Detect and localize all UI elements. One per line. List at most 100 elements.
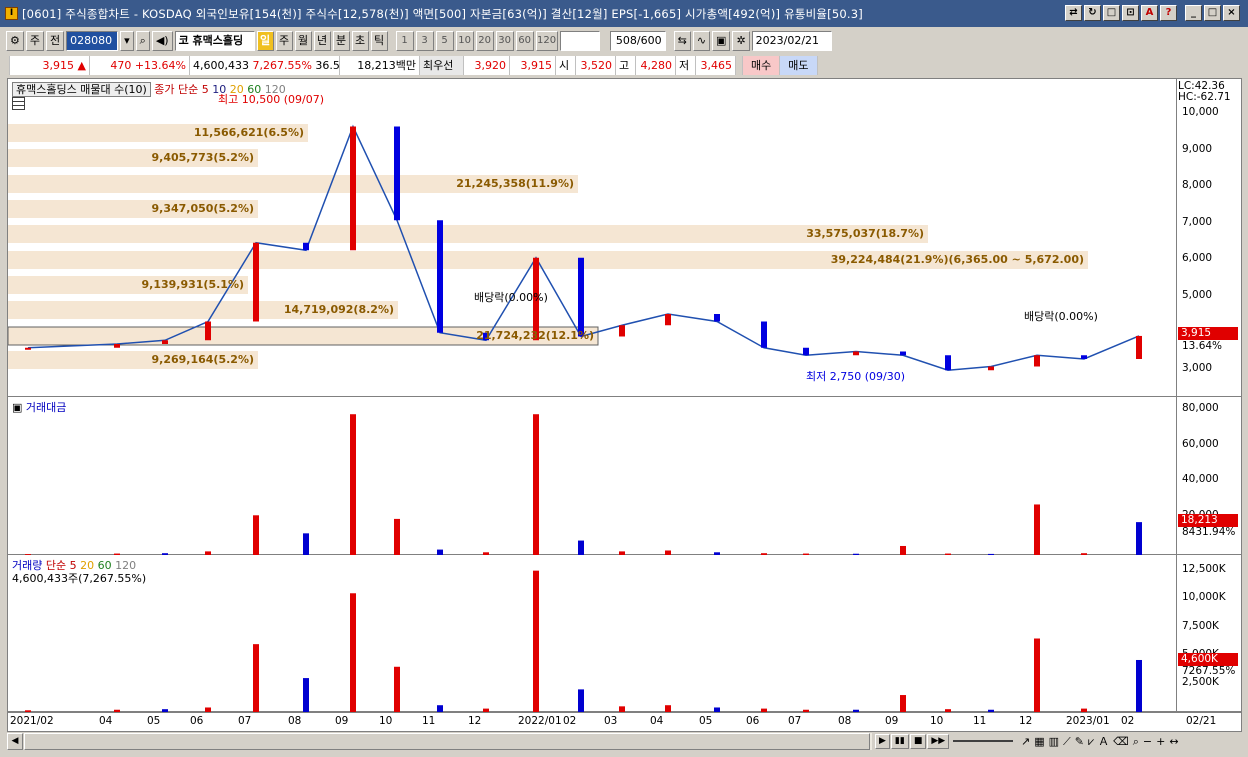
grid-icon[interactable]: [12, 97, 25, 110]
link-icon[interactable]: ⇄: [1065, 5, 1082, 21]
volume-bar: [900, 695, 906, 712]
x-axis-label: 09: [335, 715, 349, 727]
stock-code-input[interactable]: 028080: [66, 31, 119, 51]
stop-icon[interactable]: ■: [909, 734, 927, 749]
interval-custom-input[interactable]: [559, 31, 600, 51]
dividend-annotation-1: 배당락(0.00%): [474, 291, 548, 304]
interval-1[interactable]: 1: [395, 31, 414, 51]
sell-button[interactable]: 매도: [780, 55, 818, 75]
price-chart: [25, 124, 1142, 372]
tool-pen-icon[interactable]: ✎: [1075, 733, 1084, 750]
window-icon[interactable]: □: [1103, 5, 1120, 21]
x-axis-label: 05: [699, 715, 713, 727]
tool-bar-icon[interactable]: ▥: [1049, 733, 1059, 750]
volume-band-label: 33,575,037(18.7%): [806, 227, 924, 240]
indicator-icon[interactable]: ∿: [692, 31, 711, 51]
compare-icon[interactable]: ⇆: [673, 31, 691, 51]
title-bar: I [0601] 주식종합차트 - KOSDAQ 외국인보유[154(천)] 주…: [0, 0, 1248, 27]
scroll-thumb[interactable]: [24, 733, 870, 750]
price-candle: [253, 242, 259, 322]
count-input[interactable]: 508/600: [609, 31, 666, 51]
maximize-button[interactable]: □: [1204, 5, 1221, 21]
high-label: 고: [616, 55, 636, 75]
current-pct-label: 13.64%: [1182, 340, 1223, 352]
price-candle: [205, 321, 211, 341]
chart-area[interactable]: 휴맥스홀딩스 매물대 수(10) 종가 단순 5 10 20 60 120 11…: [7, 78, 1242, 732]
config-icon[interactable]: ✲: [732, 31, 750, 51]
price-candle: [945, 355, 951, 371]
minus-icon[interactable]: −: [1143, 733, 1152, 750]
volume-bar: [578, 689, 584, 712]
x-axis-label: 06: [190, 715, 204, 727]
period-second[interactable]: 초: [351, 31, 369, 51]
tool-text-icon[interactable]: Ａ: [1098, 733, 1109, 750]
period-tick[interactable]: 틱: [370, 31, 388, 51]
save-icon[interactable]: ▣: [712, 31, 731, 51]
market-select[interactable]: 주: [25, 31, 44, 51]
scrollbar[interactable]: ◀ ▶ ▮▮ ■ ▶▶ ↗ ▦ ▥ ⟋ ✎ ⩗ Ａ ⌫ ⌕ − + ↔: [7, 733, 1242, 750]
period-year[interactable]: 년: [313, 31, 331, 51]
tool-grid-icon[interactable]: ▦: [1034, 733, 1044, 750]
date-input[interactable]: 2023/02/21: [751, 31, 832, 51]
stock-name: 휴맥스홀딩: [192, 34, 244, 47]
plus-icon[interactable]: +: [1156, 733, 1165, 750]
x-axis-label: 07: [788, 715, 802, 727]
price-candle: [853, 351, 859, 356]
code-dropdown-icon[interactable]: ▾: [120, 31, 134, 51]
prev-button[interactable]: 전: [46, 31, 65, 51]
volume-band-label: 9,269,164(5.2%): [151, 353, 255, 366]
speaker-icon[interactable]: ◀): [151, 31, 173, 51]
interval-3[interactable]: 3: [415, 31, 434, 51]
buy-button[interactable]: 매수: [743, 55, 781, 75]
amount-legend: ▣ 거래대금: [12, 399, 66, 415]
scroll-left-button[interactable]: ◀: [7, 733, 23, 750]
interval-60[interactable]: 60: [515, 31, 534, 51]
volume-chart: [25, 570, 1142, 712]
interval-30[interactable]: 30: [495, 31, 514, 51]
period-week[interactable]: 주: [275, 31, 293, 51]
tool-erase-icon[interactable]: ⌫: [1113, 733, 1129, 750]
help-icon[interactable]: ?: [1160, 5, 1177, 21]
settings-icon[interactable]: ⚙: [6, 31, 24, 51]
expand-icon[interactable]: ↔: [1169, 733, 1178, 750]
price-candle: [988, 366, 994, 371]
price-candle: [578, 257, 584, 337]
interval-10[interactable]: 10: [455, 31, 474, 51]
screen-icon[interactable]: ⊡: [1122, 5, 1139, 21]
volume-value: 4,600,433: [193, 58, 249, 72]
volume-band-label: 14,719,092(8.2%): [283, 303, 394, 316]
x-axis-label: 04: [650, 715, 664, 727]
play-icon[interactable]: ▶: [875, 734, 890, 749]
volume-bar: [253, 644, 259, 712]
minimize-button[interactable]: _: [1185, 5, 1202, 21]
interval-20[interactable]: 20: [475, 31, 494, 51]
tool-fan-icon[interactable]: ⩗: [1088, 733, 1094, 750]
close-button[interactable]: ×: [1223, 5, 1240, 21]
refresh-icon[interactable]: ↻: [1084, 5, 1101, 21]
volume-info: 4,600,433 7,267.55% 36.58%: [190, 55, 357, 75]
font-icon[interactable]: A: [1141, 5, 1158, 21]
search-icon[interactable]: ⌕: [135, 31, 150, 51]
period-month[interactable]: 월: [294, 31, 312, 51]
interval-120[interactable]: 120: [535, 31, 558, 51]
amount-pane[interactable]: ▣ 거래대금 80,00060,00040,00020,000 18,213 8…: [8, 397, 1241, 555]
zoom-slider[interactable]: [953, 740, 1013, 742]
volume-pane[interactable]: 거래량 단순 5 20 60 120 4,600,433주(7,267.55%)…: [8, 555, 1241, 712]
price-candle: [303, 242, 309, 251]
amount-chart: [25, 414, 1142, 555]
period-day[interactable]: 일: [256, 31, 274, 51]
fast-forward-icon[interactable]: ▶▶: [927, 734, 950, 749]
x-axis-label: 2022/01: [518, 715, 562, 727]
zoom-in-icon[interactable]: ⌕: [1133, 733, 1139, 750]
price-pane[interactable]: 휴맥스홀딩스 매물대 수(10) 종가 단순 5 10 20 60 120 11…: [8, 79, 1241, 397]
x-axis-label: 11: [973, 715, 987, 727]
period-minute[interactable]: 분: [332, 31, 350, 51]
tool-trend-icon[interactable]: ⟋: [1063, 733, 1071, 750]
price-candle: [761, 321, 767, 348]
up-arrow-icon: ▲: [77, 58, 86, 72]
price-candle: [803, 347, 809, 356]
tool-line-icon[interactable]: ↗: [1021, 733, 1030, 750]
interval-5[interactable]: 5: [435, 31, 454, 51]
volume-bar: [437, 705, 443, 712]
pause-icon[interactable]: ▮▮: [890, 734, 909, 749]
